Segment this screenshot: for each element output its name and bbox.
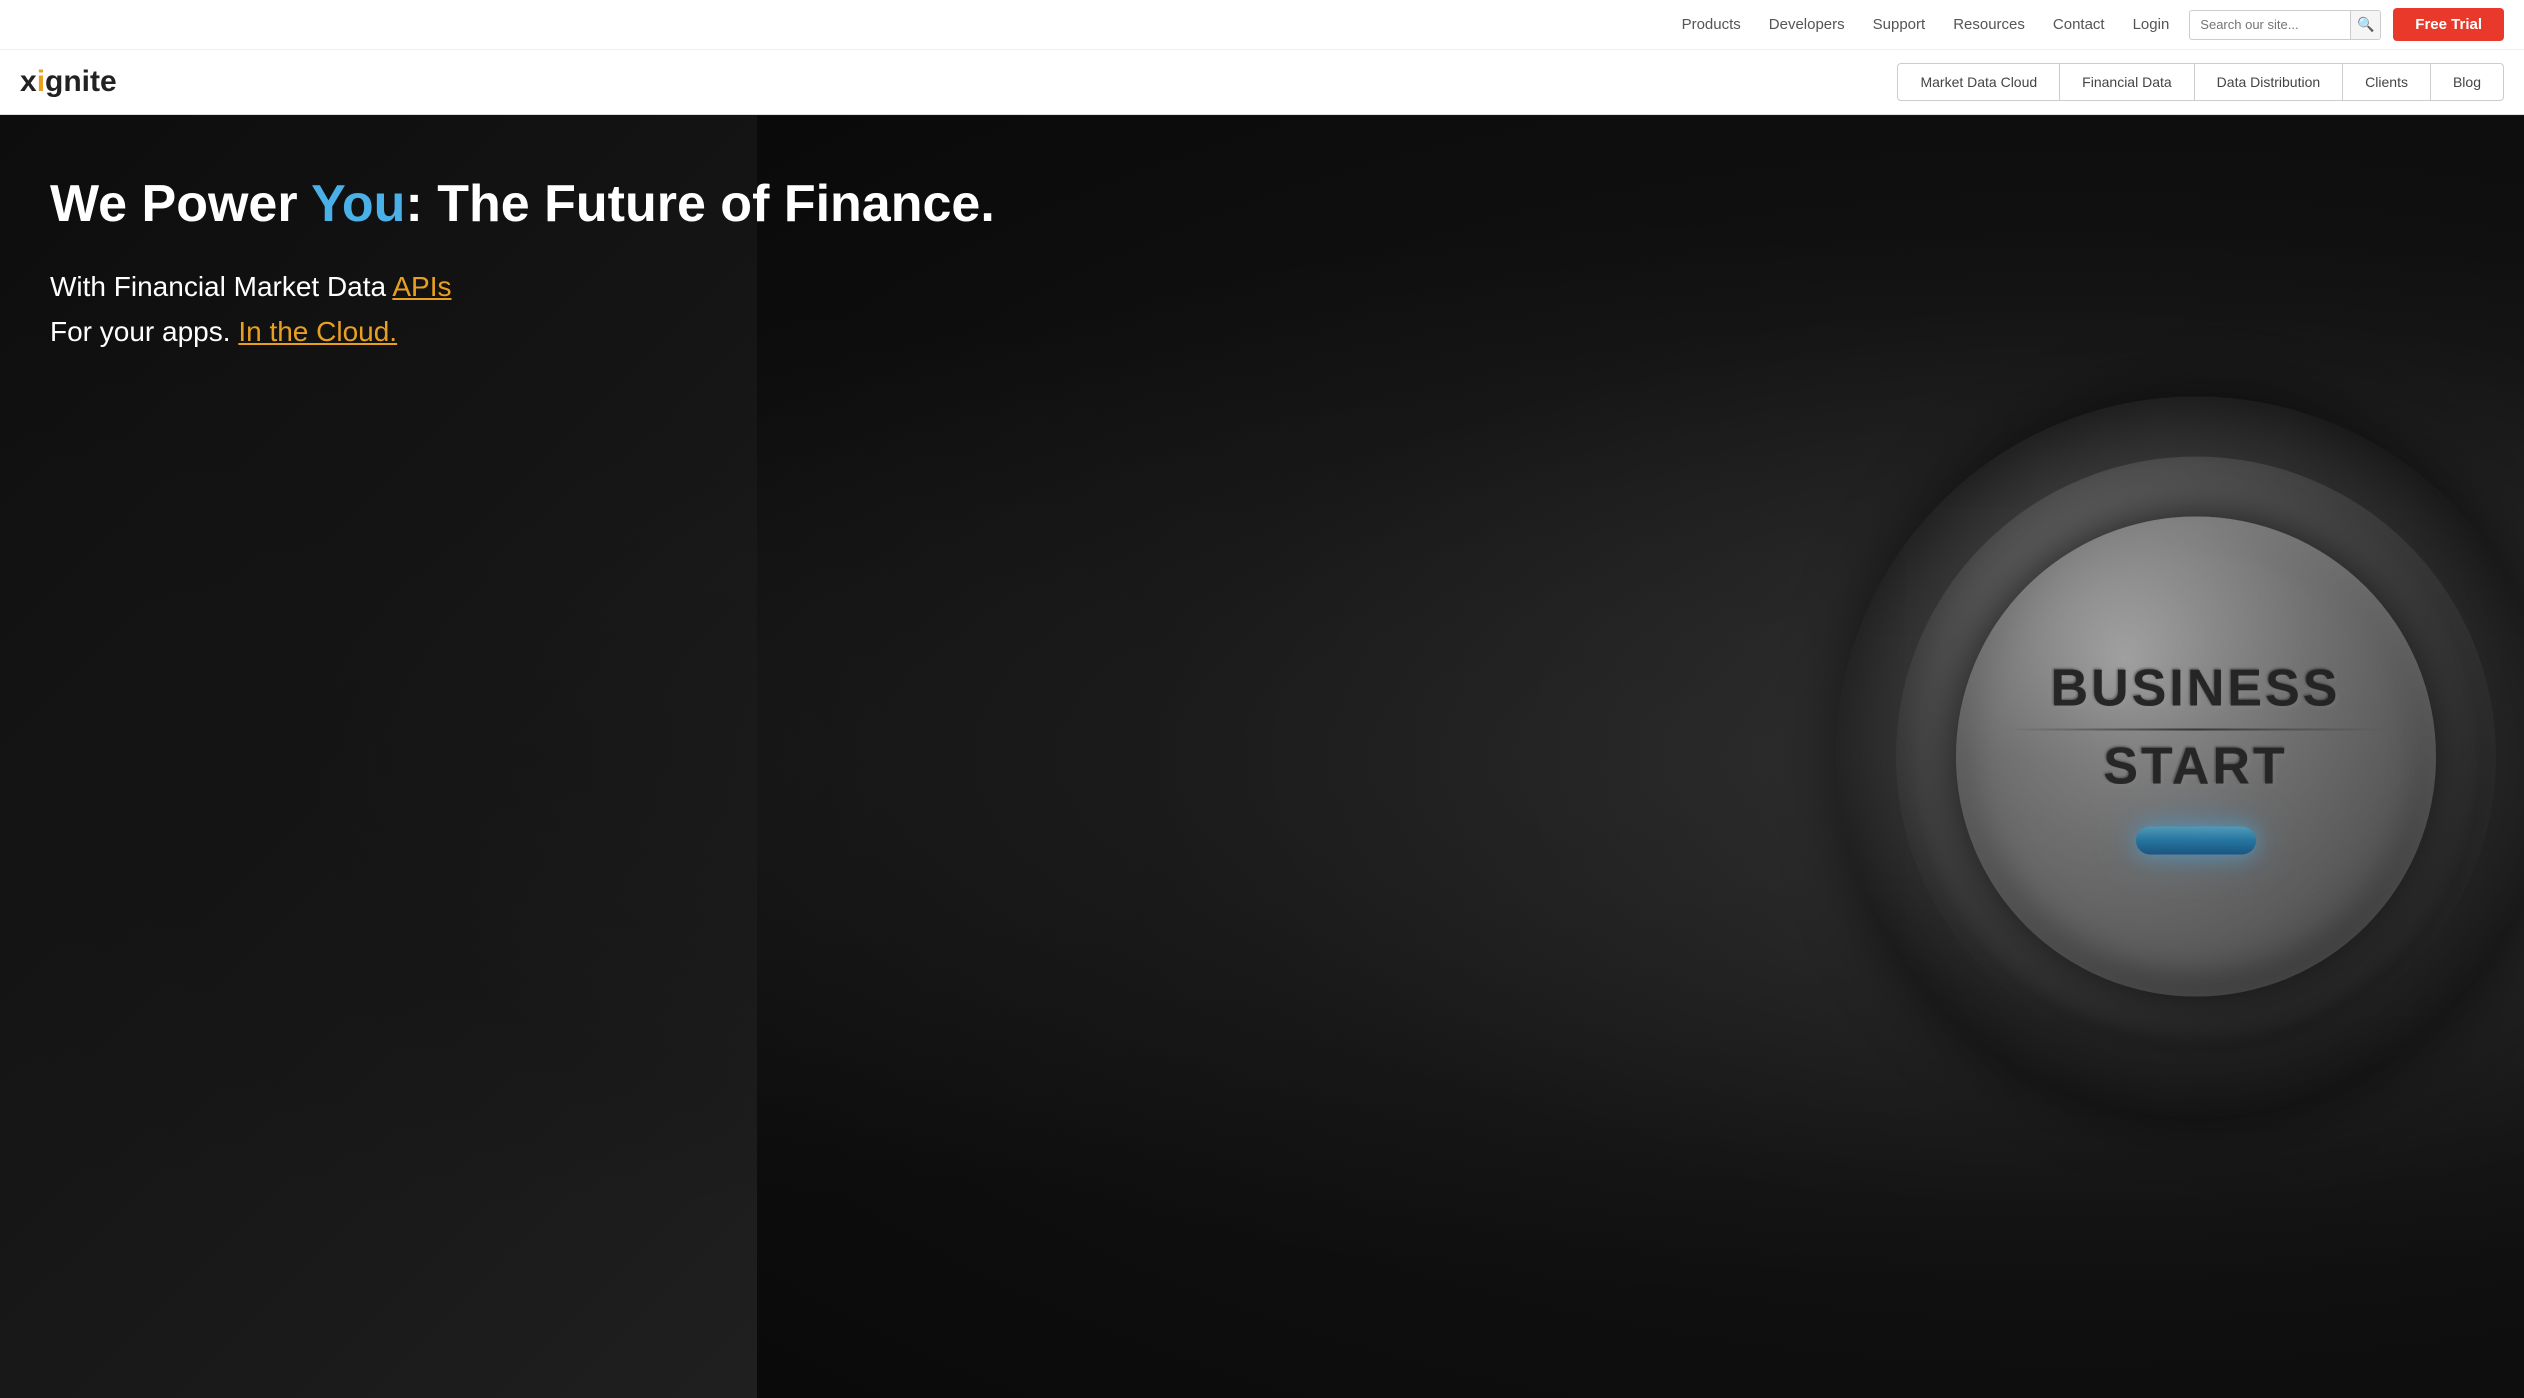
button-ring-outer [1836,397,2524,1117]
search-button[interactable]: 🔍 [2350,10,2380,40]
free-trial-button[interactable]: Free Trial [2393,8,2504,41]
nav-resources[interactable]: Resources [1953,16,2025,33]
hero-title: We Power You: The Future of Finance. [50,175,995,235]
hero-section: We Power You: The Future of Finance. Wit… [0,115,2524,1398]
nav-clients[interactable]: Clients [2343,64,2431,100]
nav-products[interactable]: Products [1682,16,1741,33]
nav-financial-data[interactable]: Financial Data [2060,64,2195,100]
logo-x: x [20,65,37,98]
nav-developers[interactable]: Developers [1769,16,1845,33]
nav-support[interactable]: Support [1873,16,1926,33]
search-container: 🔍 [2189,10,2381,40]
hero-content: We Power You: The Future of Finance. Wit… [0,115,1045,414]
apis-link[interactable]: APIs [392,271,451,302]
hero-title-prefix: We Power [50,175,311,233]
button-text-start: START [2103,737,2287,797]
logo-dot: i [37,65,45,98]
hero-title-highlight: You [311,175,405,233]
nav-blog[interactable]: Blog [2431,64,2503,100]
secondary-nav-links: Market Data Cloud Financial Data Data Di… [1897,63,2504,101]
logo-ignite: gnite [45,65,117,98]
subtitle-line2-prefix: For your apps. [50,316,238,347]
hero-subtitle: With Financial Market Data APIs For your… [50,265,995,355]
hero-title-suffix: : The Future of Finance. [405,175,994,233]
cloud-link[interactable]: In the Cloud. [238,316,397,347]
nav-contact[interactable]: Contact [2053,16,2105,33]
logo[interactable]: xignite [20,65,117,99]
button-ring-mid [1896,457,2496,1057]
top-nav: Products Developers Support Resources Co… [0,0,2524,50]
search-input[interactable] [2190,13,2350,36]
nav-data-distribution[interactable]: Data Distribution [2195,64,2344,100]
secondary-nav: xignite Market Data Cloud Financial Data… [0,50,2524,115]
button-dome: BUSINESS START [1956,517,2436,997]
subtitle-line1-prefix: With Financial Market Data [50,271,392,302]
button-led [2136,827,2256,855]
nav-login[interactable]: Login [2133,16,2170,33]
search-icon: 🔍 [2357,16,2374,33]
button-text-business: BUSINESS [2051,659,2341,719]
nav-market-data-cloud[interactable]: Market Data Cloud [1898,64,2060,100]
top-nav-links: Products Developers Support Resources Co… [1682,16,2170,33]
button-divider [2004,729,2388,731]
